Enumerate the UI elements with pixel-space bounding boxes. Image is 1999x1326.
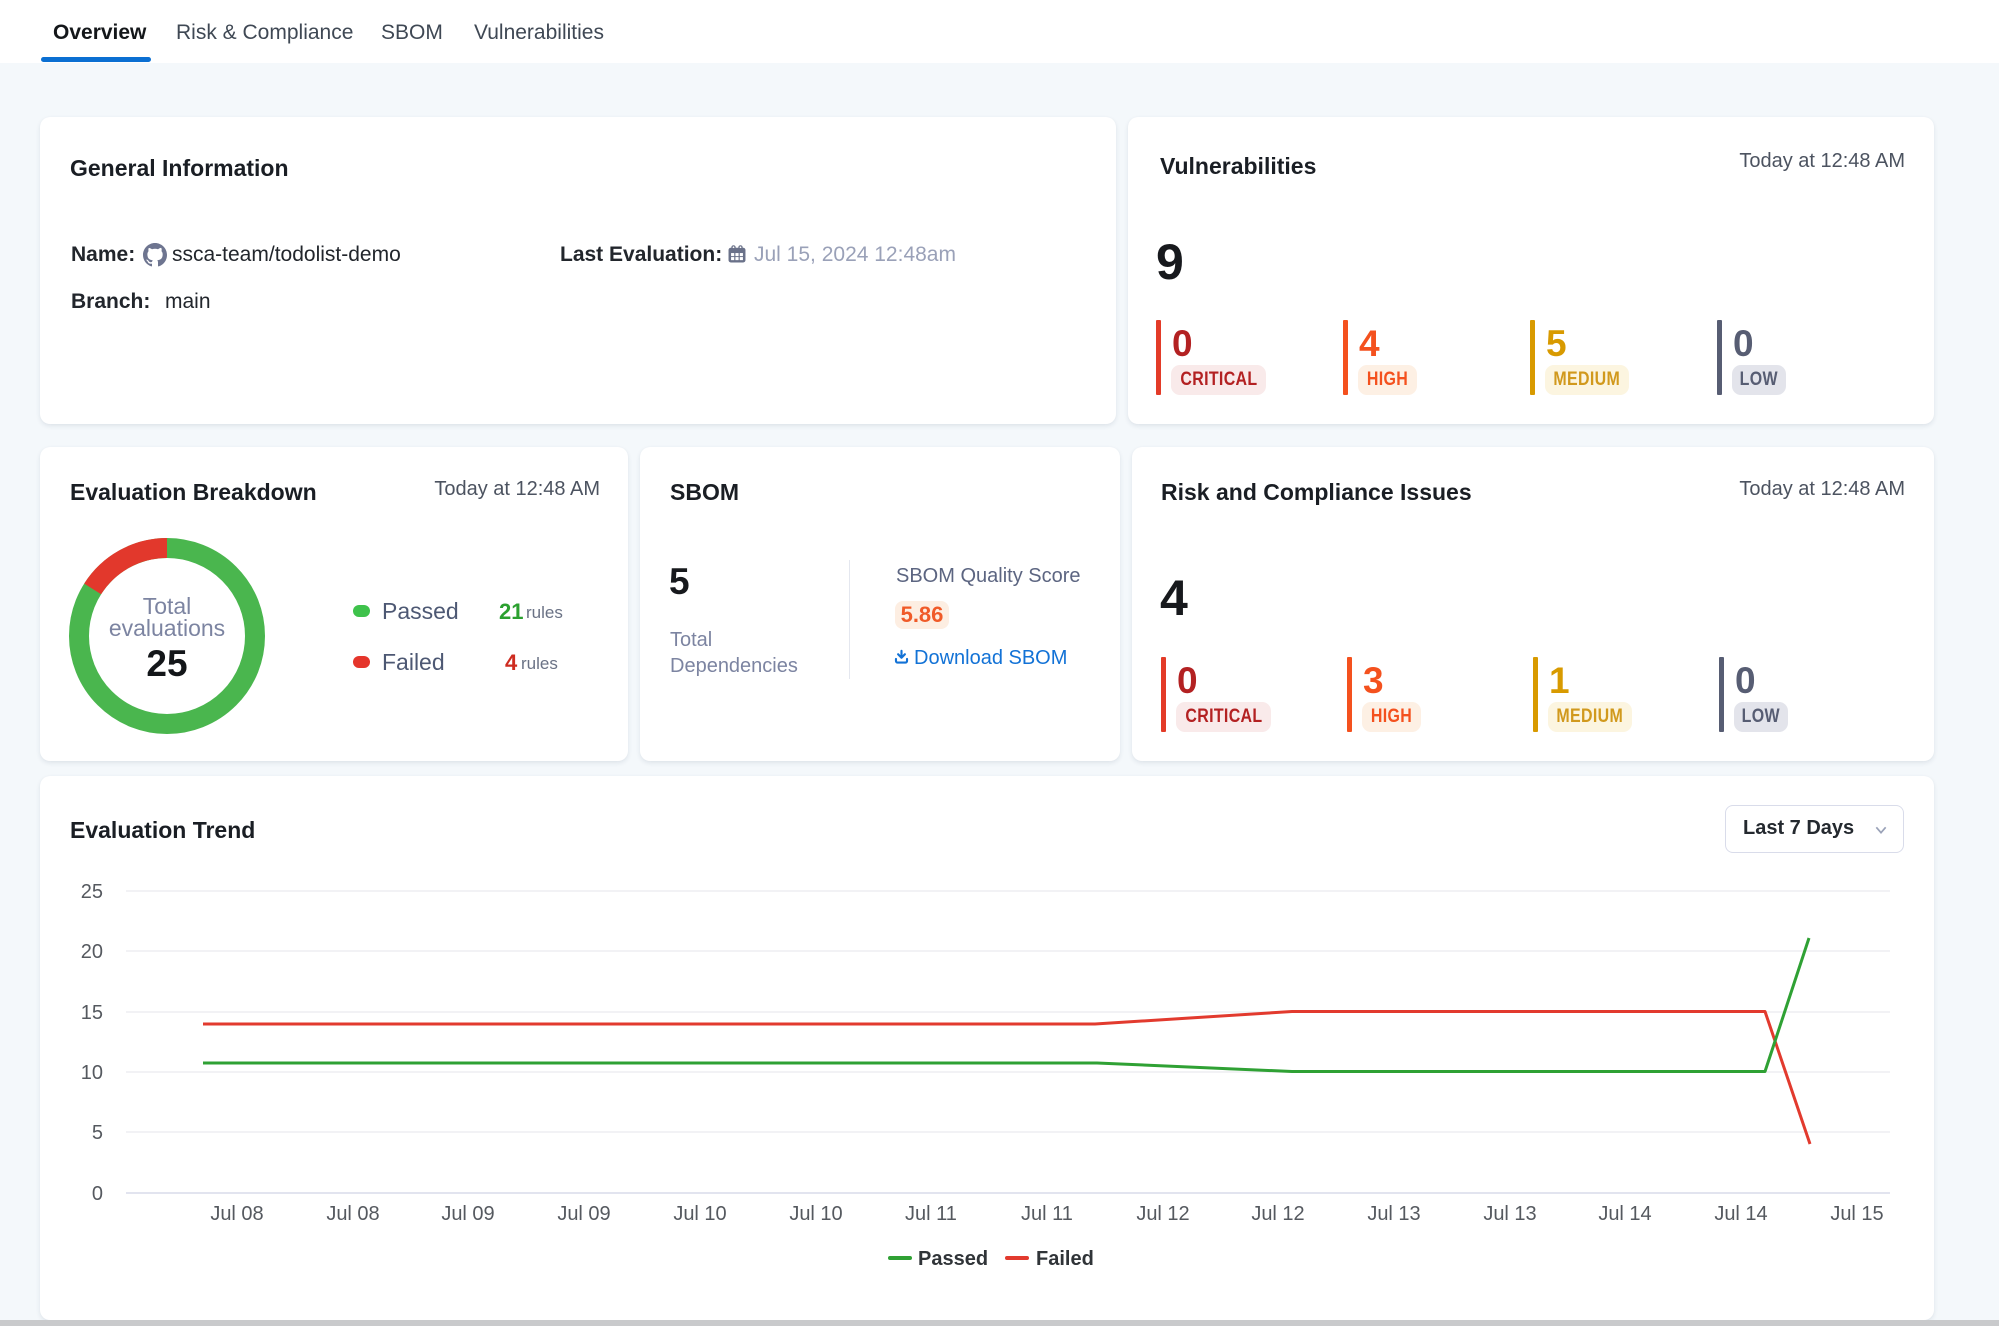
svg-text:Jul 08: Jul 08 [210, 1203, 263, 1225]
svg-text:Jul 11: Jul 11 [1021, 1203, 1073, 1225]
svg-text:20: 20 [81, 941, 103, 963]
svg-text:Jul 14: Jul 14 [1598, 1203, 1651, 1225]
svg-text:Jul 15: Jul 15 [1830, 1203, 1883, 1225]
svg-text:0: 0 [92, 1183, 103, 1205]
svg-text:10: 10 [81, 1062, 103, 1084]
svg-text:Jul 13: Jul 13 [1367, 1203, 1420, 1225]
svg-text:Jul 09: Jul 09 [557, 1203, 610, 1225]
svg-text:Jul 12: Jul 12 [1251, 1203, 1304, 1225]
svg-text:Failed: Failed [1036, 1248, 1094, 1270]
svg-text:Jul 12: Jul 12 [1136, 1203, 1189, 1225]
svg-text:15: 15 [81, 1002, 103, 1024]
svg-text:25: 25 [81, 881, 103, 903]
svg-text:5: 5 [92, 1122, 103, 1144]
svg-text:Passed: Passed [918, 1248, 988, 1270]
svg-text:Jul 08: Jul 08 [326, 1203, 379, 1225]
svg-text:Jul 09: Jul 09 [441, 1203, 494, 1225]
svg-text:Jul 10: Jul 10 [673, 1203, 726, 1225]
svg-text:Jul 11: Jul 11 [905, 1203, 957, 1225]
svg-text:Jul 13: Jul 13 [1483, 1203, 1536, 1225]
svg-text:Jul 10: Jul 10 [789, 1203, 842, 1225]
svg-text:Jul 14: Jul 14 [1714, 1203, 1767, 1225]
